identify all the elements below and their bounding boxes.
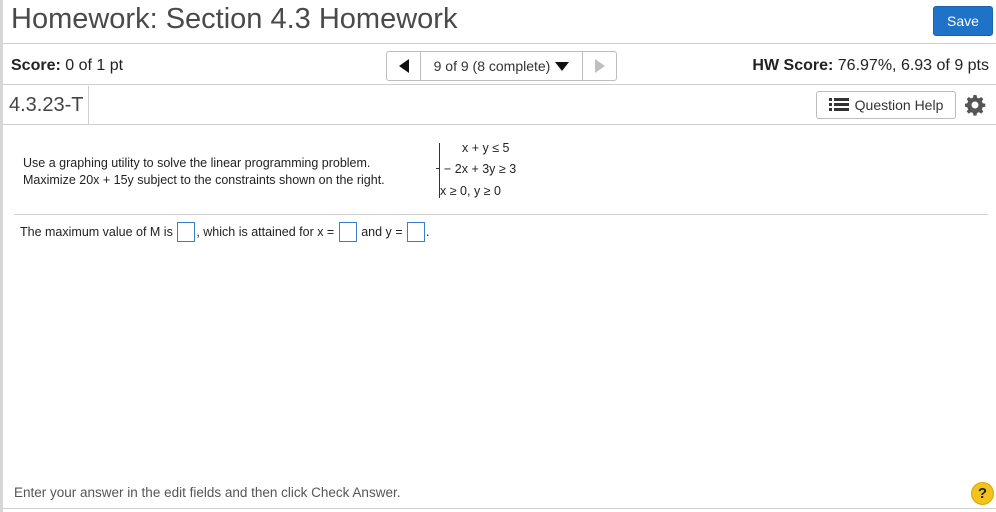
chevron-down-icon	[555, 61, 570, 71]
answer-text-4: .	[426, 225, 430, 239]
max-value-input[interactable]	[177, 222, 196, 242]
chevron-left-icon	[398, 59, 409, 73]
hw-score: HW Score: 76.97%, 6.93 of 9 pts	[752, 57, 989, 75]
header: Homework: Section 4.3 Homework Save	[3, 0, 996, 44]
save-button[interactable]: Save	[933, 6, 993, 36]
answer-text-1: The maximum value of M is	[20, 225, 173, 239]
instruction-text: Enter your answer in the edit fields and…	[14, 485, 401, 500]
answer-text-2: , which is attained for x =	[196, 225, 335, 239]
score: Score: 0 of 1 pt	[11, 57, 123, 75]
constraint-3: x ≥ 0, y ≥ 0	[440, 184, 501, 198]
question-help-label: Question Help	[854, 97, 944, 113]
divider	[14, 214, 988, 215]
question-bar: 4.3.23-T Question Help	[3, 86, 996, 125]
question-id: 4.3.23-T	[3, 86, 90, 124]
footer-divider	[3, 508, 996, 509]
problem-line-2: Maximize 20x + 15y subject to the constr…	[23, 173, 385, 187]
question-navigator: 9 of 9 (8 complete)	[386, 51, 617, 81]
question-help-button[interactable]: Question Help	[816, 91, 956, 119]
constraint-system: x + y ≤ 5 − 2x + 3y ≥ 3 x ≥ 0, y ≥ 0	[436, 140, 546, 200]
question-icon[interactable]: ?	[971, 482, 994, 505]
chevron-right-icon	[594, 59, 605, 73]
next-question-button[interactable]	[582, 52, 616, 80]
answer-row: The maximum value of M is , which is att…	[20, 222, 430, 242]
score-bar: Score: 0 of 1 pt 9 of 9 (8 complete) HW …	[3, 45, 996, 85]
list-icon	[828, 98, 849, 112]
gear-icon[interactable]	[963, 93, 987, 117]
hw-score-value: 76.97%, 6.93 of 9 pts	[837, 57, 989, 74]
score-label: Score:	[11, 57, 61, 74]
constraint-2: − 2x + 3y ≥ 3	[444, 162, 517, 176]
problem-statement: Use a graphing utility to solve the line…	[23, 155, 385, 189]
score-value: 0 of 1 pt	[65, 57, 124, 74]
question-selector-dropdown[interactable]: 9 of 9 (8 complete)	[421, 52, 582, 80]
previous-question-button[interactable]	[387, 52, 421, 80]
problem-line-1: Use a graphing utility to solve the line…	[23, 156, 371, 170]
hw-score-label: HW Score:	[752, 57, 834, 74]
y-value-input[interactable]	[407, 222, 426, 242]
constraint-brace-tick	[436, 168, 440, 169]
page-title: Homework: Section 4.3 Homework	[11, 3, 458, 35]
answer-text-3: and y =	[361, 225, 403, 239]
x-value-input[interactable]	[338, 222, 357, 242]
question-glyph: ?	[977, 485, 988, 502]
question-status: 9 of 9 (8 complete)	[433, 58, 551, 74]
constraint-1: x + y ≤ 5	[462, 141, 510, 155]
